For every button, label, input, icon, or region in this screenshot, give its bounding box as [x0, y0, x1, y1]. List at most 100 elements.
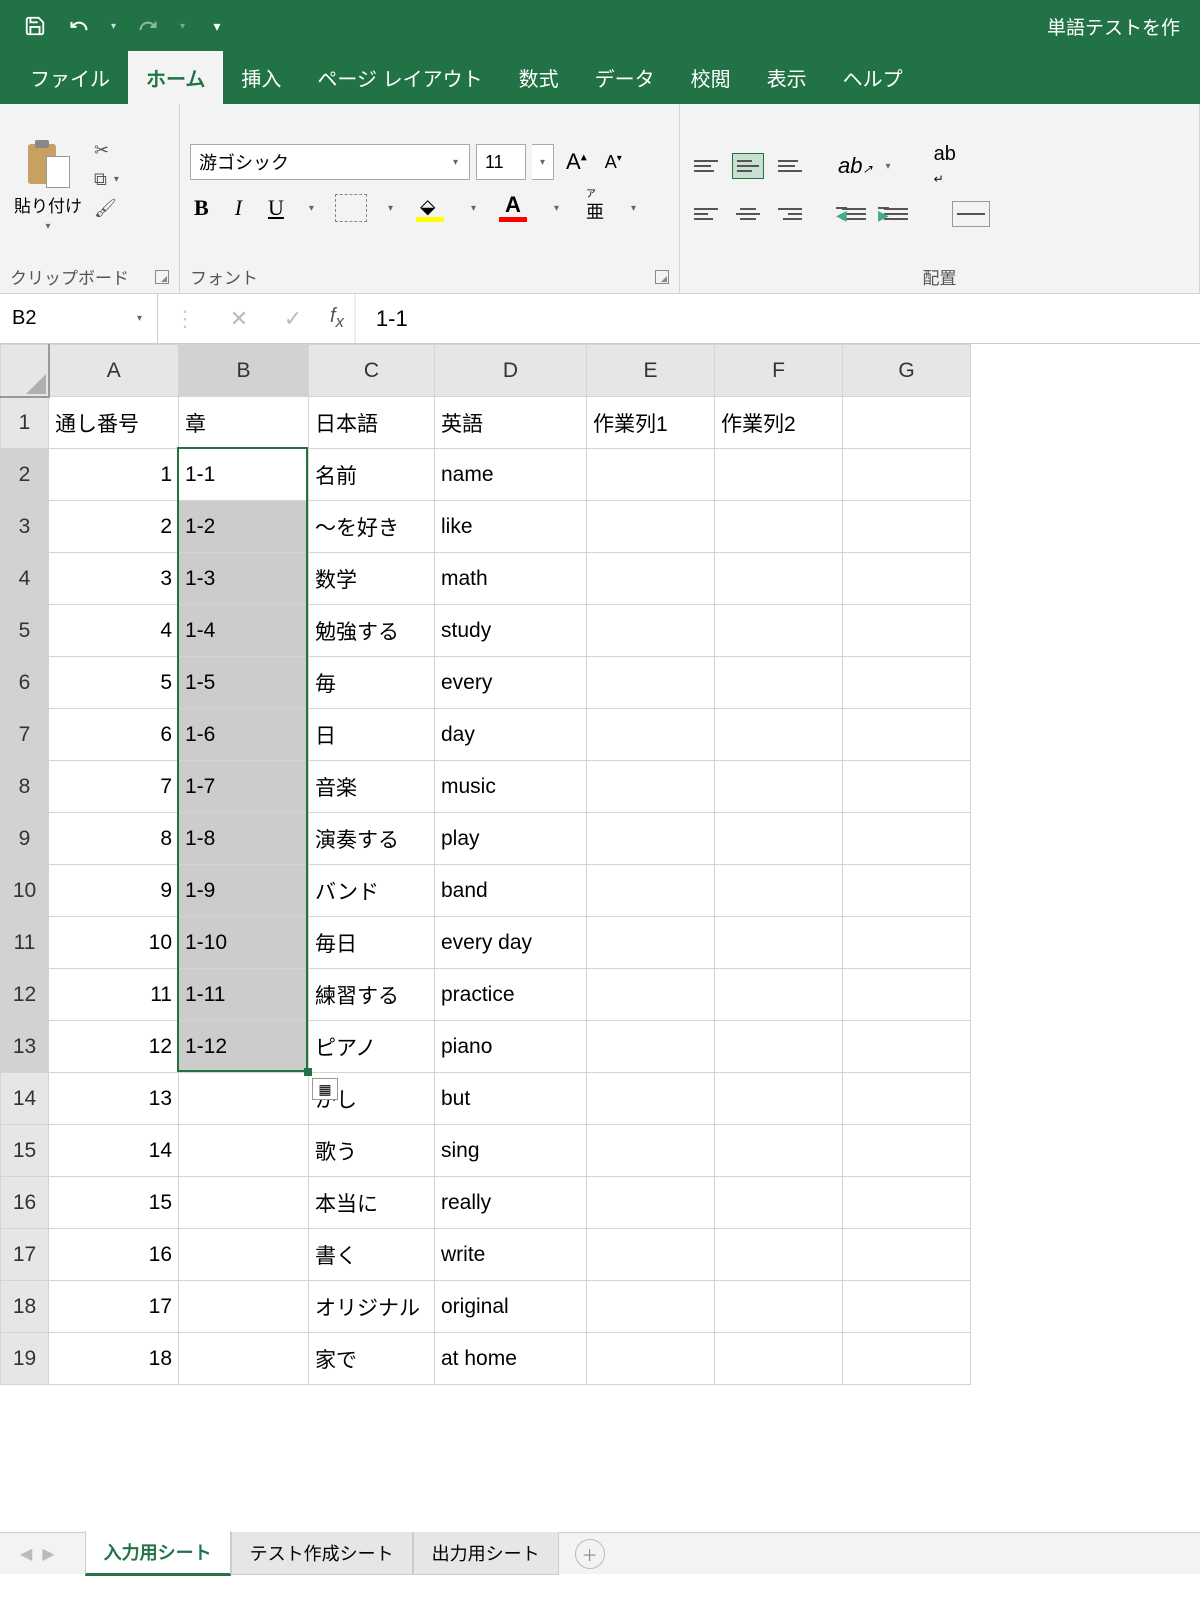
- row-header-16[interactable]: 16: [1, 1177, 49, 1229]
- cell-F8[interactable]: [715, 761, 843, 813]
- cell-A17[interactable]: 16: [49, 1229, 179, 1281]
- cell-D4[interactable]: math: [435, 553, 587, 605]
- increase-indent-button[interactable]: ▶: [880, 201, 912, 227]
- cell-C6[interactable]: 毎: [309, 657, 435, 709]
- cell-G1[interactable]: [843, 397, 971, 449]
- row-header-17[interactable]: 17: [1, 1229, 49, 1281]
- cell-G8[interactable]: [843, 761, 971, 813]
- copy-button[interactable]: ⧉▾: [94, 169, 122, 190]
- decrease-font-button[interactable]: A▾: [599, 148, 628, 177]
- row-header-2[interactable]: 2: [1, 449, 49, 501]
- cell-D14[interactable]: but: [435, 1073, 587, 1125]
- sheet-tab-input[interactable]: 入力用シート: [85, 1531, 231, 1576]
- row-header-6[interactable]: 6: [1, 657, 49, 709]
- cell-B18[interactable]: [179, 1281, 309, 1333]
- cell-D6[interactable]: every: [435, 657, 587, 709]
- cell-G5[interactable]: [843, 605, 971, 657]
- cell-G14[interactable]: [843, 1073, 971, 1125]
- cell-A4[interactable]: 3: [49, 553, 179, 605]
- orientation-button[interactable]: ab↗: [838, 153, 873, 179]
- font-size-dropdown[interactable]: ▾: [532, 144, 554, 180]
- cell-E14[interactable]: [587, 1073, 715, 1125]
- cell-A8[interactable]: 7: [49, 761, 179, 813]
- tab-review[interactable]: 校閲: [673, 51, 749, 104]
- enter-icon[interactable]: ✓: [266, 294, 320, 343]
- cell-F19[interactable]: [715, 1333, 843, 1385]
- cell-G9[interactable]: [843, 813, 971, 865]
- cell-B12[interactable]: 1-11: [179, 969, 309, 1021]
- cell-D9[interactable]: play: [435, 813, 587, 865]
- col-header-A[interactable]: A: [49, 345, 179, 397]
- cell-E2[interactable]: [587, 449, 715, 501]
- cancel-icon[interactable]: ✕: [212, 294, 266, 343]
- cell-C3[interactable]: ～を好き: [309, 501, 435, 553]
- bold-button[interactable]: B: [190, 193, 213, 223]
- cell-E12[interactable]: [587, 969, 715, 1021]
- row-header-13[interactable]: 13: [1, 1021, 49, 1073]
- cell-G6[interactable]: [843, 657, 971, 709]
- cell-G16[interactable]: [843, 1177, 971, 1229]
- align-center-button[interactable]: [732, 201, 764, 227]
- cell-B5[interactable]: 1-4: [179, 605, 309, 657]
- add-sheet-button[interactable]: ＋: [575, 1539, 605, 1569]
- cell-C5[interactable]: 勉強する: [309, 605, 435, 657]
- font-name-combo[interactable]: 游ゴシック ▾: [190, 144, 470, 180]
- row-header-5[interactable]: 5: [1, 605, 49, 657]
- cell-F14[interactable]: [715, 1073, 843, 1125]
- cell-A2[interactable]: 1: [49, 449, 179, 501]
- cell-C1[interactable]: 日本語: [309, 397, 435, 449]
- cell-G13[interactable]: [843, 1021, 971, 1073]
- worksheet-grid[interactable]: ABCDEFG1通し番号章日本語英語作業列1作業列2211-1名前name321…: [0, 344, 1200, 1574]
- borders-dropdown-icon[interactable]: ▾: [385, 203, 396, 214]
- cell-C4[interactable]: 数学: [309, 553, 435, 605]
- tab-help[interactable]: ヘルプ: [825, 51, 921, 104]
- tab-file[interactable]: ファイル: [12, 51, 128, 104]
- italic-button[interactable]: I: [231, 193, 246, 223]
- cell-C9[interactable]: 演奏する: [309, 813, 435, 865]
- cell-G19[interactable]: [843, 1333, 971, 1385]
- cell-B19[interactable]: [179, 1333, 309, 1385]
- cell-B15[interactable]: [179, 1125, 309, 1177]
- cell-A5[interactable]: 4: [49, 605, 179, 657]
- row-header-15[interactable]: 15: [1, 1125, 49, 1177]
- fx-icon[interactable]: fx: [320, 305, 354, 332]
- merge-button[interactable]: [952, 201, 990, 227]
- col-header-E[interactable]: E: [587, 345, 715, 397]
- align-top-button[interactable]: [690, 153, 722, 179]
- cell-G18[interactable]: [843, 1281, 971, 1333]
- cell-A1[interactable]: 通し番号: [49, 397, 179, 449]
- cell-B8[interactable]: 1-7: [179, 761, 309, 813]
- font-color-button[interactable]: A: [497, 194, 533, 222]
- row-header-10[interactable]: 10: [1, 865, 49, 917]
- cell-F16[interactable]: [715, 1177, 843, 1229]
- row-header-7[interactable]: 7: [1, 709, 49, 761]
- cell-C7[interactable]: 日: [309, 709, 435, 761]
- align-bottom-button[interactable]: [774, 153, 806, 179]
- cell-D12[interactable]: practice: [435, 969, 587, 1021]
- cell-D10[interactable]: band: [435, 865, 587, 917]
- cell-G12[interactable]: [843, 969, 971, 1021]
- cell-F7[interactable]: [715, 709, 843, 761]
- cell-E11[interactable]: [587, 917, 715, 969]
- cell-G10[interactable]: [843, 865, 971, 917]
- cell-D19[interactable]: at home: [435, 1333, 587, 1385]
- undo-dropdown-icon[interactable]: ▾: [108, 21, 119, 32]
- cell-E3[interactable]: [587, 501, 715, 553]
- cell-B7[interactable]: 1-6: [179, 709, 309, 761]
- formula-cancel-button[interactable]: ⋮: [158, 294, 212, 343]
- font-dialog-launcher-icon[interactable]: [655, 270, 669, 284]
- font-size-combo[interactable]: 11: [476, 144, 526, 180]
- increase-font-button[interactable]: A▴: [560, 145, 593, 179]
- cell-B9[interactable]: 1-8: [179, 813, 309, 865]
- cell-E16[interactable]: [587, 1177, 715, 1229]
- cell-A3[interactable]: 2: [49, 501, 179, 553]
- cell-B6[interactable]: 1-5: [179, 657, 309, 709]
- cell-C11[interactable]: 毎日: [309, 917, 435, 969]
- tab-home[interactable]: ホーム: [128, 51, 223, 104]
- name-box[interactable]: B2 ▾: [0, 294, 158, 343]
- cell-C15[interactable]: 歌う: [309, 1125, 435, 1177]
- cell-A14[interactable]: 13: [49, 1073, 179, 1125]
- cell-A9[interactable]: 8: [49, 813, 179, 865]
- wrap-text-button[interactable]: ab↵: [934, 143, 956, 189]
- row-header-18[interactable]: 18: [1, 1281, 49, 1333]
